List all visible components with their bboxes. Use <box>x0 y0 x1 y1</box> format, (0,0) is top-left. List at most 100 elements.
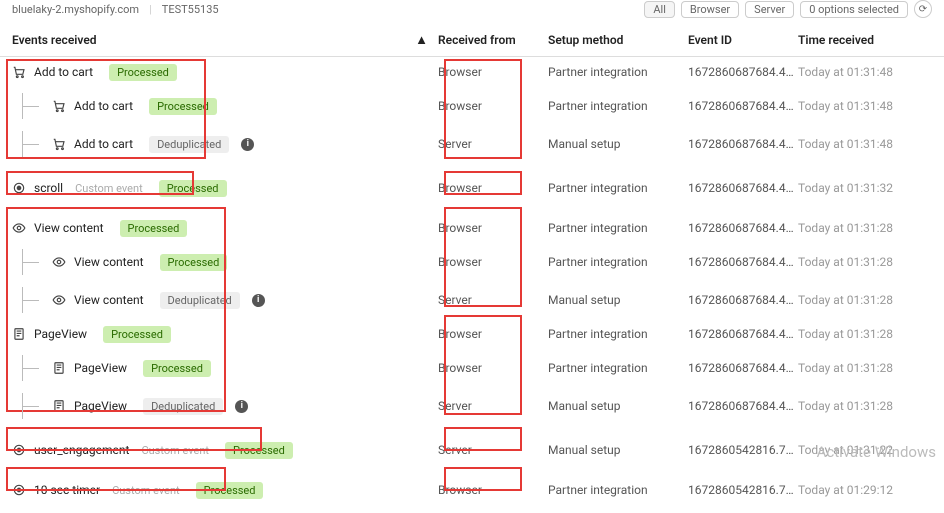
page-icon <box>12 327 26 341</box>
event-row[interactable]: scroll Custom event Processed BrowserPartne… <box>0 173 944 203</box>
event-name: PageView <box>74 361 127 375</box>
setup-method: Manual setup <box>548 399 688 413</box>
received-from: Browser <box>438 65 548 79</box>
options-dropdown[interactable]: 0 options selected <box>800 1 908 18</box>
deduplicated-badge: Deduplicated <box>143 398 223 415</box>
received-from: Server <box>438 399 548 413</box>
time-received: Today at 01:31:28 <box>798 399 932 413</box>
event-name: View content <box>74 255 144 269</box>
event-name: PageView <box>34 327 87 341</box>
received-from: Browser <box>438 181 548 195</box>
eye-icon <box>52 255 66 269</box>
setup-method: Partner integration <box>548 327 688 341</box>
time-received: Today at 01:31:48 <box>798 137 932 151</box>
event-row[interactable]: PageViewProcessedBrowserPartner integrat… <box>0 319 944 349</box>
time-received: Today at 01:31:28 <box>798 255 932 269</box>
event-id: 1672860687684.49… <box>688 361 798 375</box>
filter-server[interactable]: Server <box>745 1 794 18</box>
processed-badge: Processed <box>149 98 217 115</box>
divider: | <box>149 3 152 16</box>
time-received: Today at 01:31:48 <box>798 65 932 79</box>
event-id: 1672860542816.70… <box>688 483 798 497</box>
header-time: Time received <box>798 33 932 47</box>
event-id: 1672860687684.49… <box>688 99 798 113</box>
event-row[interactable]: Add to cart Processed BrowserPartner integ… <box>0 57 944 87</box>
target-icon <box>12 181 26 195</box>
deduplicated-badge: Deduplicated <box>149 136 229 153</box>
received-from: Browser <box>438 255 548 269</box>
event-row[interactable]: Add to cartDeduplicatediServerManual set… <box>0 125 944 163</box>
received-from: Server <box>438 293 548 307</box>
processed-badge: Processed <box>120 220 188 237</box>
event-name: 10 sec timer <box>34 483 100 497</box>
top-bar: bluelaky-2.myshopify.com | TEST55135 All… <box>0 0 944 18</box>
event-row[interactable]: View content Processed BrowserPartner inte… <box>0 213 944 243</box>
event-id: 1672860687684.49… <box>688 327 798 341</box>
processed-badge: Processed <box>143 360 211 377</box>
processed-badge: Processed <box>109 64 177 81</box>
time-received: Today at 01:31:28 <box>798 293 932 307</box>
header-event-id: Event ID <box>688 33 798 47</box>
event-name: Add to cart <box>34 65 93 79</box>
time-received: Today at 01:31:48 <box>798 99 932 113</box>
event-name: View content <box>34 221 104 235</box>
event-name: Add to cart <box>74 137 133 151</box>
event-rows: Add to cartProcessedBrowserPartner integ… <box>0 57 944 505</box>
time-received: Today at 01:31:28 <box>798 327 932 341</box>
info-icon[interactable]: i <box>241 138 254 151</box>
time-received: Today at 01:31:28 <box>798 221 932 235</box>
custom-event-label: Custom event <box>141 444 209 457</box>
cart-icon <box>12 65 26 79</box>
domain-text: bluelaky-2.myshopify.com <box>12 3 139 16</box>
event-row[interactable]: PageView Processed BrowserPartner integrat… <box>0 349 944 387</box>
event-id: 1672860687684.49… <box>688 293 798 307</box>
processed-badge: Processed <box>225 442 293 459</box>
received-from: Browser <box>438 483 548 497</box>
time-received: Today at 01:31:22 <box>798 443 932 457</box>
event-row[interactable]: View contentProcessedBrowserPartner inte… <box>0 243 944 281</box>
header-setup: Setup method <box>548 33 688 47</box>
custom-event-label: Custom event <box>75 182 143 195</box>
received-from: Browser <box>438 361 548 375</box>
event-id: 1672860687684.49… <box>688 399 798 413</box>
info-icon[interactable]: i <box>252 294 265 307</box>
setup-method: Partner integration <box>548 181 688 195</box>
event-name: Add to cart <box>74 99 133 113</box>
page-icon <box>52 399 66 413</box>
event-id: 1672860542816.70… <box>688 443 798 457</box>
processed-badge: Processed <box>160 254 228 271</box>
event-id: 1672860687684.49… <box>688 181 798 195</box>
event-row[interactable]: 10 sec timerCustom eventProcessedBrowser… <box>0 475 944 505</box>
event-name: scroll <box>34 181 63 195</box>
received-from: Server <box>438 443 548 457</box>
eye-icon <box>52 293 66 307</box>
target-icon <box>12 483 26 497</box>
time-received: Today at 01:31:32 <box>798 181 932 195</box>
custom-event-label: Custom event <box>112 484 180 497</box>
processed-badge: Processed <box>159 180 227 197</box>
event-row[interactable]: Add to cartProcessedBrowserPartner integ… <box>0 87 944 125</box>
received-from: Browser <box>438 221 548 235</box>
setup-method: Manual setup <box>548 293 688 307</box>
event-row[interactable]: View contentDeduplicatediServerManual se… <box>0 281 944 319</box>
received-from: Browser <box>438 99 548 113</box>
setup-method: Partner integration <box>548 65 688 79</box>
info-icon[interactable]: i <box>235 400 248 413</box>
setup-method: Partner integration <box>548 361 688 375</box>
test-id-text: TEST55135 <box>162 3 219 16</box>
event-id: 1672860687684.49… <box>688 65 798 79</box>
event-row[interactable]: user_engagementCustom eventProcessedServ… <box>0 435 944 465</box>
event-id: 1672860687684.49… <box>688 137 798 151</box>
warning-icon[interactable]: ▲ <box>415 32 428 48</box>
event-id: 1672860687684.49… <box>688 255 798 269</box>
received-from: Browser <box>438 327 548 341</box>
filter-browser[interactable]: Browser <box>681 1 739 18</box>
event-id: 1672860687684.49… <box>688 221 798 235</box>
target-icon <box>12 443 26 457</box>
filter-all[interactable]: All <box>644 1 675 18</box>
event-row[interactable]: PageViewDeduplicatediServerManual setup1… <box>0 387 944 425</box>
setup-method: Manual setup <box>548 443 688 457</box>
setup-method: Partner integration <box>548 221 688 235</box>
deduplicated-badge: Deduplicated <box>160 292 240 309</box>
refresh-button[interactable]: ⟳ <box>914 0 932 18</box>
